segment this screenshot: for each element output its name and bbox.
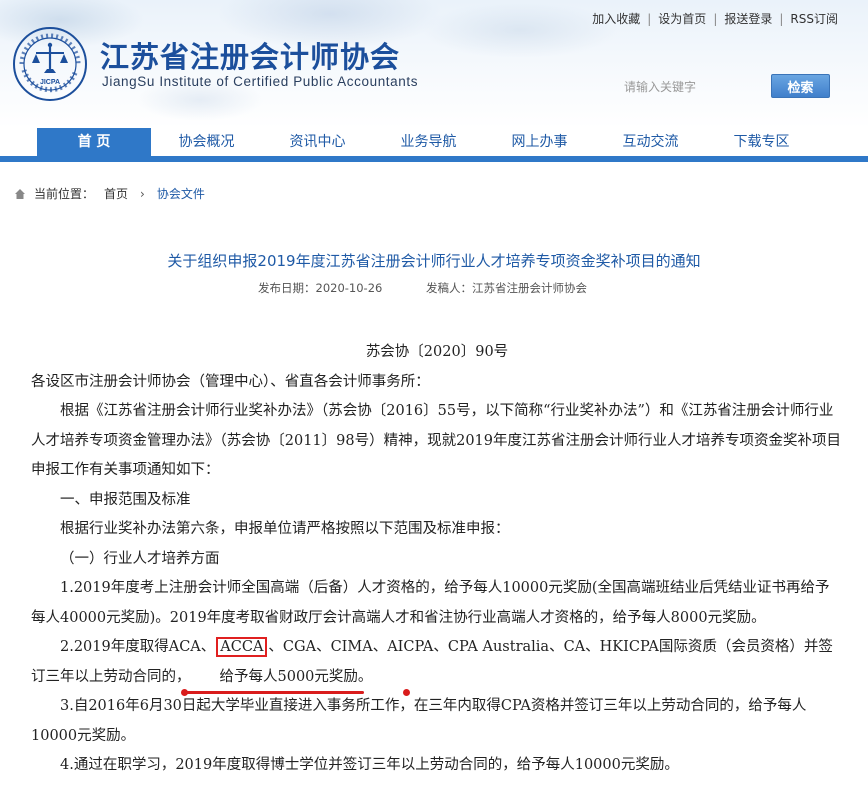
nav-item-business[interactable]: 业务导航 (373, 128, 484, 156)
search-button[interactable]: 检索 (771, 74, 830, 98)
breadcrumb-home-link[interactable]: 首页 (104, 185, 128, 202)
home-icon (15, 188, 25, 199)
set-homepage-link[interactable]: 设为首页 (658, 10, 706, 27)
subsection-heading: （一）行业人才培养方面 (60, 550, 220, 567)
list-item-1: 1.2019年度考上注册会计师全国高端（后备）人才资格的，给予每人10000元奖… (31, 580, 830, 626)
list-item-2: 2.2019年度取得ACA、 ACCA 、CGA、CIMA、AICPA、CPA Au… (31, 633, 843, 696)
site-header: 加入收藏 | 设为首页 | 报送登录 | RSS订阅 JICPA 江苏省注册会计… (0, 0, 868, 128)
section-heading: 一、申报范围及标准 (60, 491, 191, 508)
salutation: 各设区市注册会计师协会（管理中心）、省直各会计师事务所： (31, 373, 430, 390)
divider: | (779, 11, 784, 26)
nav-item-home[interactable]: 首 页 (37, 128, 151, 156)
list-item-4: 4.通过在职学习，2019年度取得博士学位并签订三年以上劳动合同的，给予每人10… (60, 757, 679, 773)
org-name-en: JiangSu Institute of Certified Public Ac… (102, 74, 419, 89)
item2-text-pre: 2.2019年度取得ACA、 (60, 639, 216, 655)
section-intro: 根据行业奖补办法第六条，申报单位请严格按照以下范围及标准申报： (60, 521, 510, 537)
jicpa-seal-logo: JICPA (13, 27, 87, 101)
article-meta: 发布日期：2020-10-26 发稿人：江苏省注册会计师协会 (258, 280, 627, 296)
org-name-cn: 江苏省注册会计师协会 (100, 40, 401, 74)
article-title: 关于组织申报2019年度江苏省注册会计师行业人才培养专项资金奖补项目的通知 (167, 252, 701, 270)
search-input[interactable] (616, 76, 756, 98)
svg-text:JICPA: JICPA (40, 79, 60, 86)
report-login-link[interactable]: 报送登录 (724, 10, 772, 27)
breadcrumb-current[interactable]: 协会文件 (157, 185, 205, 202)
item2-text-post: 。 (357, 668, 373, 685)
rss-link[interactable]: RSS订阅 (790, 10, 838, 27)
divider: | (713, 11, 718, 26)
breadcrumb-label: 当前位置： (34, 187, 95, 201)
add-favorite-link[interactable]: 加入收藏 (592, 10, 640, 27)
publish-date: 发布日期：2020-10-26 (258, 281, 383, 295)
list-item-3: 3.自2016年6月30日起大学毕业直接进入事务所工作，在三年内取得CPA资格并… (31, 698, 807, 744)
nav-item-online-services[interactable]: 网上办事 (484, 128, 595, 156)
main-nav: 首 页 协会概况 资讯中心 业务导航 网上办事 互动交流 下载专区 (0, 128, 868, 156)
article-body: 苏会协〔2020〕90号 各设区市注册会计师协会（管理中心）、省直各会计师事务所… (31, 338, 843, 781)
article-author: 发稿人：江苏省注册会计师协会 (426, 281, 587, 295)
nav-item-about[interactable]: 协会概况 (151, 128, 262, 156)
chevron-right-icon: › (140, 186, 145, 201)
acca-highlight-box: ACCA (216, 637, 268, 657)
top-links: 加入收藏 | 设为首页 | 报送登录 | RSS订阅 (592, 10, 838, 27)
nav-underline-bar (0, 156, 868, 162)
breadcrumb: 当前位置： 首页 › 协会文件 (14, 185, 205, 202)
document-number: 苏会协〔2020〕90号 (365, 344, 509, 360)
nav-item-downloads[interactable]: 下载专区 (706, 128, 817, 156)
nav-item-news[interactable]: 资讯中心 (262, 128, 373, 156)
intro-paragraph: 根据《江苏省注册会计师行业奖补办法》（苏会协〔2016〕55号，以下简称“行业奖… (31, 403, 841, 478)
reward-underline-highlight: 给予每人5000元奖励 (180, 666, 365, 696)
divider: | (647, 11, 652, 26)
nav-item-interaction[interactable]: 互动交流 (595, 128, 706, 156)
